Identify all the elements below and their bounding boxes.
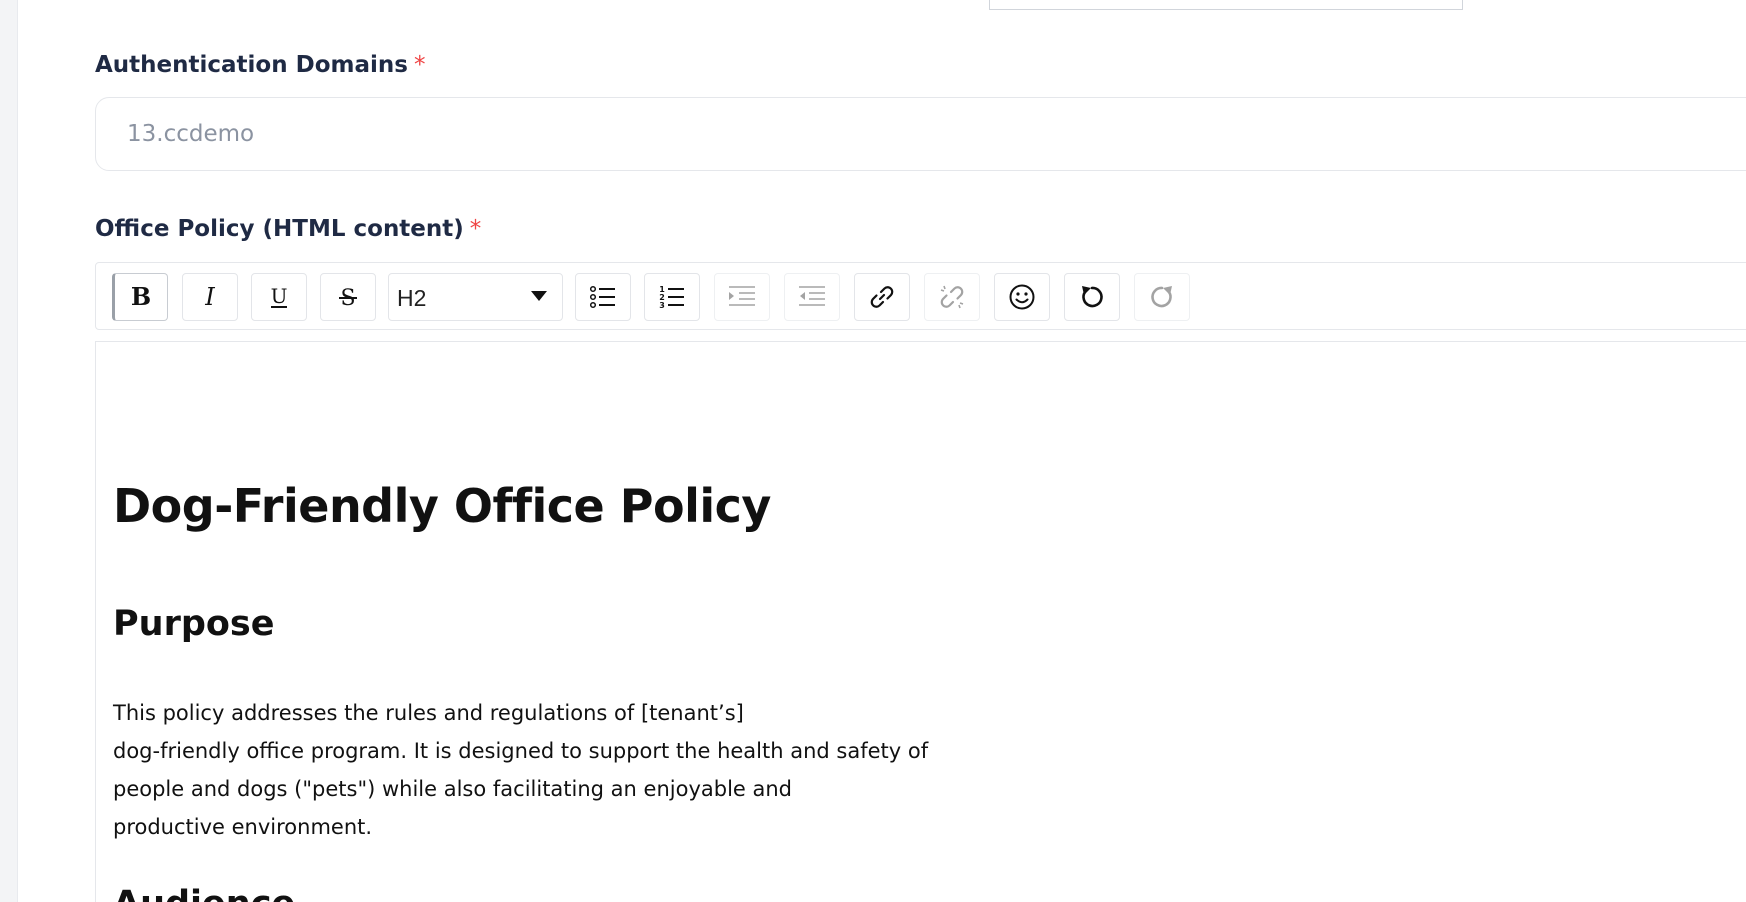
svg-text:U: U [271, 284, 288, 308]
left-rail [0, 0, 18, 902]
auth-domains-label-text: Authentication Domains [95, 52, 408, 78]
unlink-button[interactable] [924, 273, 980, 321]
italic-button[interactable]: I [182, 273, 238, 321]
office-policy-label-text: Office Policy (HTML content) [95, 216, 464, 242]
link-button[interactable] [854, 273, 910, 321]
paragraph-line: people and dogs ("pets") while also faci… [113, 777, 793, 801]
chevron-down-icon [531, 291, 547, 301]
link-icon [870, 286, 894, 308]
page: Authentication Domains* Office Policy (H… [0, 0, 1746, 902]
unlink-icon [940, 285, 964, 309]
redo-button[interactable] [1134, 273, 1190, 321]
document-title: Dog-Friendly Office Policy [113, 479, 771, 533]
bullet-list-icon [589, 285, 615, 309]
svg-text:B: B [131, 284, 151, 310]
section-heading-audience: Audience [113, 884, 295, 902]
strikethrough-icon: S [339, 286, 357, 310]
svg-text:3: 3 [659, 301, 665, 310]
numbered-list-icon: 1 2 3 [659, 285, 684, 310]
outdent-button[interactable] [784, 273, 840, 321]
indent-icon [729, 286, 755, 306]
previous-field-box[interactable] [989, 0, 1463, 10]
paragraph-line: productive environment. [113, 815, 373, 839]
heading-select[interactable]: H2 [388, 273, 563, 321]
emoji-icon [1009, 284, 1035, 310]
rich-text-editor[interactable]: Dog-Friendly Office Policy Purpose This … [95, 341, 1746, 902]
underline-button[interactable]: U [251, 273, 307, 321]
svg-text:I: I [204, 284, 215, 310]
emoji-button[interactable] [994, 273, 1050, 321]
required-mark: * [413, 52, 426, 78]
purpose-paragraph: This policy addresses the rules and regu… [113, 694, 983, 846]
paragraph-line: dog-friendly office program. It is desig… [113, 739, 929, 763]
auth-domains-label: Authentication Domains * [95, 52, 425, 78]
heading-select-value: H2 [397, 285, 427, 311]
numbered-list-button[interactable]: 1 2 3 [644, 273, 700, 321]
section-heading-purpose: Purpose [113, 604, 275, 644]
undo-button[interactable] [1064, 273, 1120, 321]
bold-icon: B [131, 284, 151, 310]
auth-domains-input[interactable] [95, 97, 1746, 171]
strikethrough-button[interactable]: S [320, 273, 376, 321]
indent-button[interactable] [714, 273, 770, 321]
redo-icon [1151, 286, 1172, 308]
undo-icon [1082, 286, 1103, 308]
italic-icon: I [204, 284, 215, 310]
bold-button[interactable]: B [112, 273, 168, 321]
bullet-list-button[interactable] [575, 273, 631, 321]
underline-icon: U [271, 284, 288, 308]
office-policy-label: Office Policy (HTML content) * [95, 216, 481, 242]
editor-toolbar: B I U S H2 1 2 3 [95, 262, 1746, 330]
paragraph-line: This policy addresses the rules and regu… [113, 701, 744, 725]
required-mark: * [469, 216, 482, 242]
outdent-icon [799, 286, 825, 306]
